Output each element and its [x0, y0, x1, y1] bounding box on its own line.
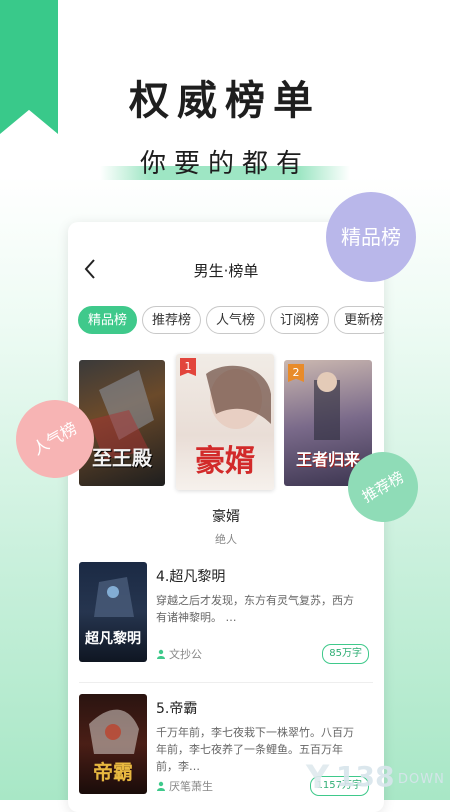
tab-update[interactable]: 更新榜 — [334, 306, 384, 334]
book-author: 厌笔萧生 — [156, 778, 213, 794]
watermark: Y 138 DOWN — [306, 758, 446, 798]
watermark-number: 138 — [336, 760, 395, 793]
book-cover: 帝霸 — [79, 694, 147, 794]
tab-recommend[interactable]: 推荐榜 — [142, 306, 202, 334]
book-title: 4.超凡黎明 — [156, 569, 226, 585]
premium-list-bubble: 精品榜 — [326, 192, 416, 282]
divider — [79, 682, 373, 683]
book-description: 穿越之后才发现，东方有灵气复苏，西方有诸神黎明。 … — [156, 594, 354, 624]
person-icon — [157, 649, 165, 659]
person-icon — [157, 781, 165, 791]
cover-title: 帝霸 — [93, 760, 133, 784]
watermark-y: Y — [306, 758, 330, 796]
featured-author: 绝人 — [215, 533, 237, 546]
book-title: 5.帝霸 — [156, 701, 198, 717]
book-cover-left[interactable]: 至王殿 — [79, 360, 165, 486]
book-author: 文抄公 — [156, 646, 202, 662]
list-item[interactable]: 超凡黎明 4.超凡黎明 穿越之后才发现，东方有灵气复苏，西方有诸神黎明。 … 文… — [79, 562, 379, 672]
tab-popular[interactable]: 人气榜 — [206, 306, 266, 334]
tab-premium[interactable]: 精品榜 — [78, 306, 138, 334]
banner-headline: 权威榜单 — [129, 78, 321, 124]
author-name: 厌笔萧生 — [169, 780, 213, 793]
banner-subline: 你要的都有 — [139, 149, 310, 179]
app-screen: 男生·榜单 精品榜 推荐榜 人气榜 订阅榜 更新榜 至王殿 1 豪婿 2 王者归来 豪婿… — [68, 222, 384, 812]
book-cover-center[interactable]: 1 豪婿 — [176, 354, 274, 490]
featured-title[interactable]: 豪婿 — [68, 506, 384, 526]
watermark-down: DOWN — [398, 772, 445, 787]
cover-title: 豪婿 — [195, 444, 255, 479]
tab-subscribe[interactable]: 订阅榜 — [270, 306, 330, 334]
word-count-badge: 85万字 — [322, 644, 369, 664]
author-name: 文抄公 — [169, 648, 202, 661]
ranking-tabs: 精品榜 推荐榜 人气榜 订阅榜 更新榜 — [78, 306, 384, 336]
cover-title: 超凡黎明 — [85, 631, 141, 647]
book-cover: 超凡黎明 — [79, 562, 147, 662]
